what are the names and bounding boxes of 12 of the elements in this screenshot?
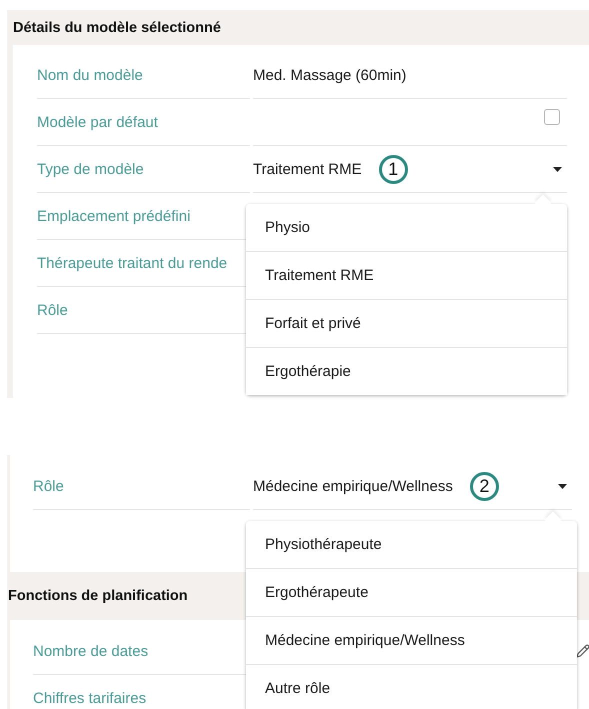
field-label: Emplacement prédéfini [37, 193, 250, 240]
field-label: Rôle [37, 287, 250, 334]
field-label: Nombre de dates [33, 628, 250, 675]
field-label: Nom du modèle [37, 52, 250, 99]
field-label: Thérapeute traitant du rende [37, 240, 250, 287]
callout-marker: 2 [470, 472, 499, 500]
field-label: Rôle [33, 463, 250, 510]
section-title: Détails du modèle sélectionné [13, 20, 221, 36]
section-title: Fonctions de planification [8, 588, 188, 604]
field-label: Modèle par défaut [37, 99, 250, 146]
callout-marker: 1 [378, 154, 408, 184]
field-label: Type de modèle [37, 146, 250, 193]
